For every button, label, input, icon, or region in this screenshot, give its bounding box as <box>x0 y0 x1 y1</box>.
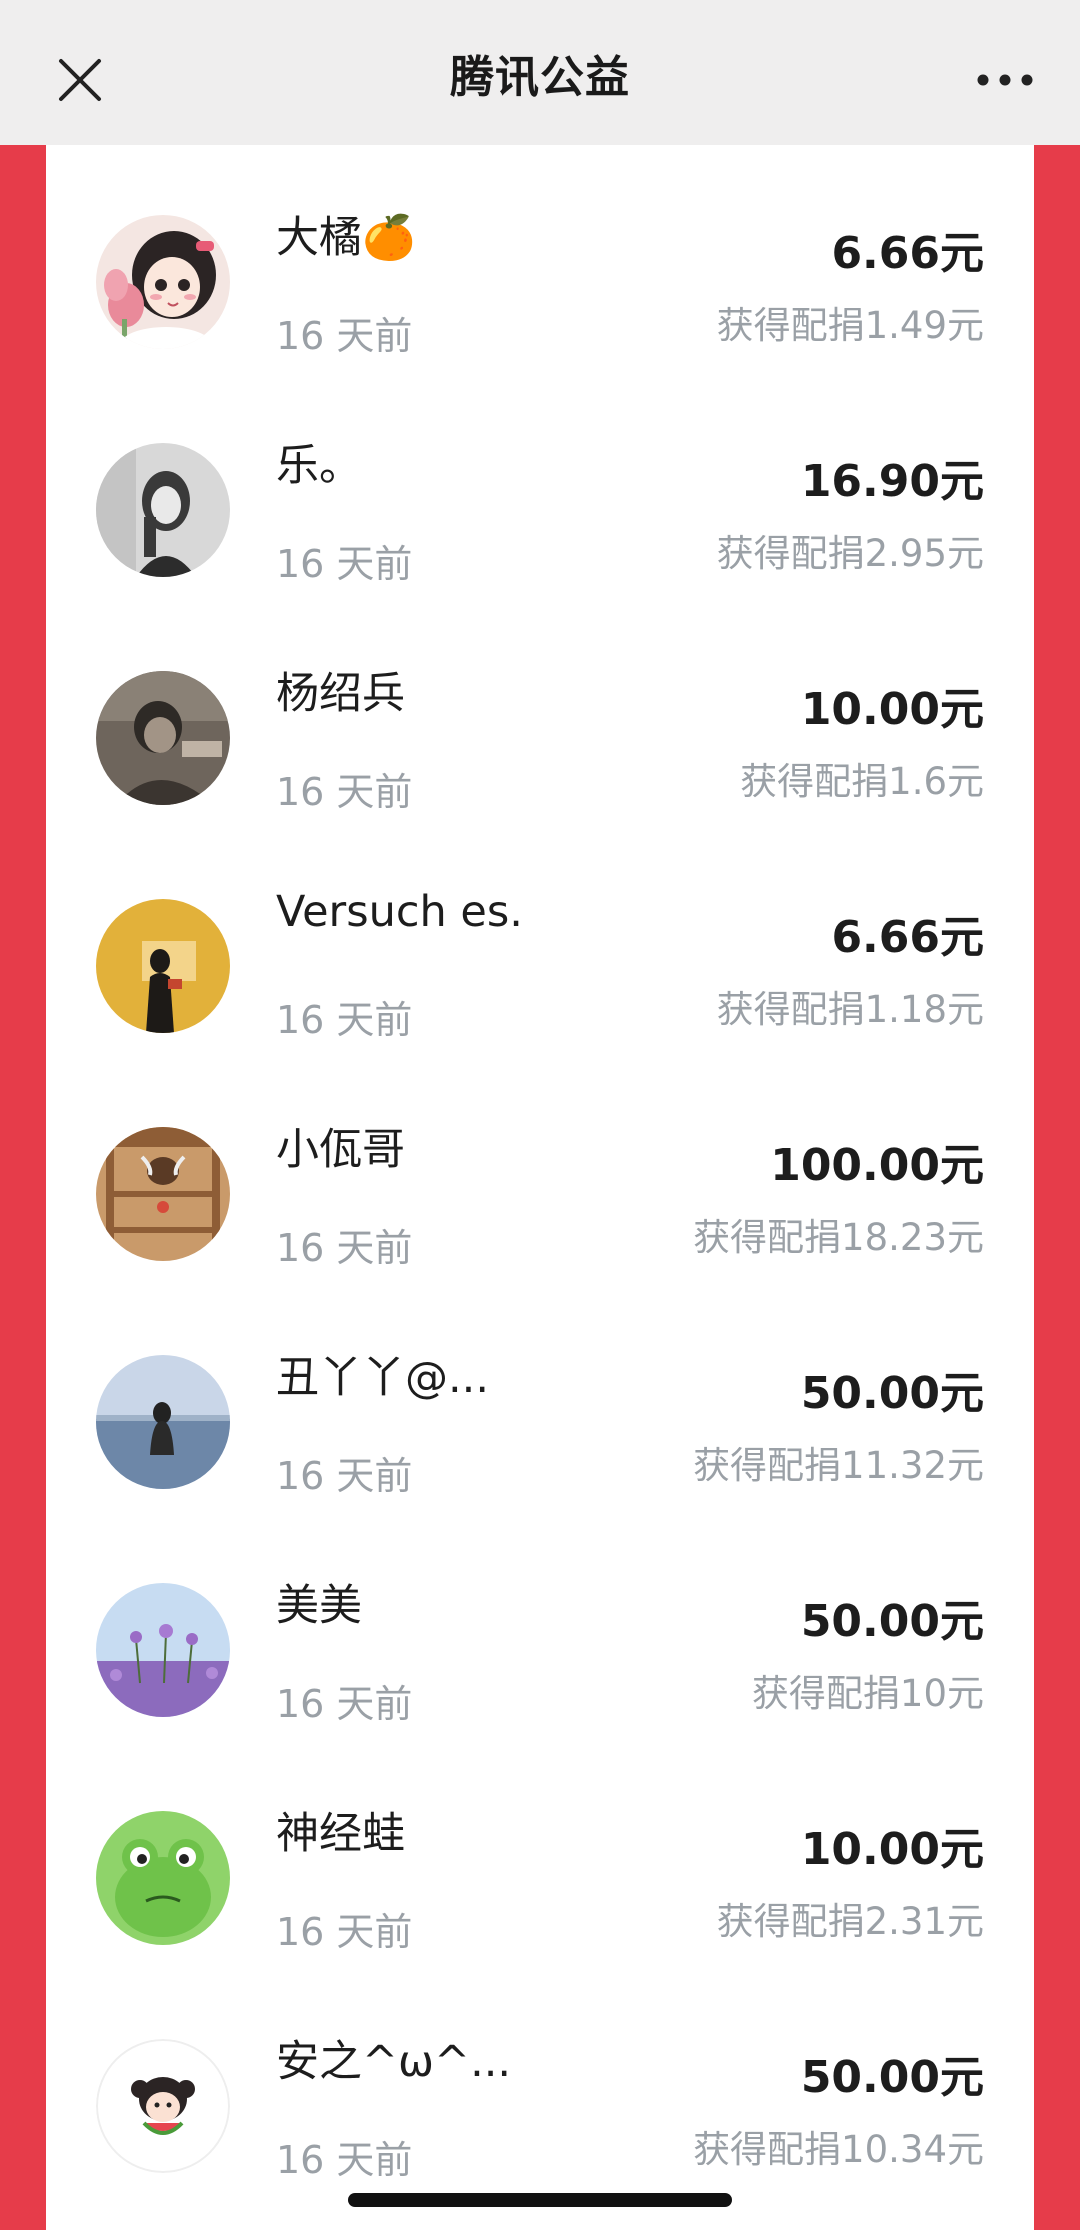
donation-row[interactable]: Versuch es. 16 天前 6.66元 获得配捐1.18元 <box>46 829 1034 1057</box>
title-bar: 腾讯公益 <box>0 0 1080 145</box>
donation-time: 16 天前 <box>276 1454 413 1498</box>
lavender-field-photo-icon <box>96 1583 230 1717</box>
donation-time: 16 天前 <box>276 1682 413 1726</box>
matched-amount: 获得配捐2.31元 <box>716 1900 984 1943</box>
avatar[interactable] <box>96 671 230 805</box>
donation-time: 16 天前 <box>276 542 413 586</box>
avatar[interactable] <box>96 2039 230 2173</box>
donation-row[interactable]: 丑丫丫@... 16 天前 50.00元 获得配捐11.32元 <box>46 1285 1034 1513</box>
donation-amount: 10.00元 <box>800 684 984 735</box>
more-icon <box>977 74 1033 86</box>
donation-time: 16 天前 <box>276 1226 413 1270</box>
donation-time: 16 天前 <box>276 1910 413 1954</box>
donor-name: 安之^ω^... <box>276 2037 512 2087</box>
home-indicator[interactable] <box>348 2193 732 2207</box>
matched-amount: 获得配捐10.34元 <box>693 2128 984 2171</box>
donor-name: 神经蛙 <box>276 1809 405 1859</box>
donation-amount: 16.90元 <box>800 456 984 507</box>
frog-cartoon-icon <box>96 1811 230 1945</box>
donation-row[interactable]: 安之^ω^... 16 天前 50.00元 获得配捐10.34元 <box>46 1969 1034 2197</box>
donor-name: Versuch es. <box>276 887 523 937</box>
matched-amount: 获得配捐1.49元 <box>716 304 984 347</box>
avatar[interactable] <box>96 215 230 349</box>
portrait-photo-icon <box>96 443 230 577</box>
matched-amount: 获得配捐1.18元 <box>716 988 984 1031</box>
donation-time: 16 天前 <box>276 998 413 1042</box>
donor-name: 乐。 <box>276 441 362 491</box>
vintage-photo-icon <box>96 671 230 805</box>
donor-name: 小佤哥 <box>276 1125 405 1175</box>
avatar[interactable] <box>96 443 230 577</box>
donation-row[interactable]: 神经蛙 16 天前 10.00元 获得配捐2.31元 <box>46 1741 1034 1969</box>
donation-row[interactable]: 杨绍兵 16 天前 10.00元 获得配捐1.6元 <box>46 601 1034 829</box>
donor-name: 美美 <box>276 1581 362 1631</box>
avatar[interactable] <box>96 1811 230 1945</box>
avatar[interactable] <box>96 1127 230 1261</box>
donation-row[interactable]: 乐。 16 天前 16.90元 获得配捐2.95元 <box>46 373 1034 601</box>
more-button[interactable] <box>960 40 1050 120</box>
donation-row[interactable]: 美美 16 天前 50.00元 获得配捐10元 <box>46 1513 1034 1741</box>
cartoon-girl-avatar-icon <box>96 215 230 349</box>
matched-amount: 获得配捐2.95元 <box>716 532 984 575</box>
matched-amount: 获得配捐11.32元 <box>693 1444 984 1487</box>
donation-amount: 50.00元 <box>800 1596 984 1647</box>
donation-time: 16 天前 <box>276 770 413 814</box>
seaside-photo-icon <box>96 1355 230 1489</box>
donation-amount: 6.66元 <box>831 912 984 963</box>
donation-amount: 50.00元 <box>800 1368 984 1419</box>
donor-name: 杨绍兵 <box>276 669 405 719</box>
silhouette-photo-icon <box>96 899 230 1033</box>
donation-row[interactable]: 小佤哥 16 天前 100.00元 获得配捐18.23元 <box>46 1057 1034 1285</box>
wooden-shelf-photo-icon <box>96 1127 230 1261</box>
donation-time: 16 天前 <box>276 314 413 358</box>
donation-amount: 50.00元 <box>800 2052 984 2103</box>
donor-name: 丑丫丫@... <box>276 1353 490 1403</box>
donation-time: 16 天前 <box>276 2138 413 2182</box>
donation-amount: 10.00元 <box>800 1824 984 1875</box>
avatar[interactable] <box>96 1355 230 1489</box>
watermelon-girl-cartoon-icon <box>96 2039 230 2173</box>
matched-amount: 获得配捐10元 <box>751 1672 984 1715</box>
donation-amount: 100.00元 <box>770 1140 984 1191</box>
close-icon <box>59 59 101 101</box>
donor-name: 大橘🍊 <box>276 213 416 263</box>
donation-list: 大橘🍊 16 天前 6.66元 获得配捐1.49元 乐。 16 天前 16.90… <box>46 145 1034 2230</box>
donation-row[interactable]: 大橘🍊 16 天前 6.66元 获得配捐1.49元 <box>46 145 1034 373</box>
matched-amount: 获得配捐18.23元 <box>693 1216 984 1259</box>
page-title: 腾讯公益 <box>450 51 630 103</box>
close-button[interactable] <box>40 40 120 120</box>
avatar[interactable] <box>96 899 230 1033</box>
matched-amount: 获得配捐1.6元 <box>740 760 984 803</box>
avatar[interactable] <box>96 1583 230 1717</box>
donation-amount: 6.66元 <box>831 228 984 279</box>
